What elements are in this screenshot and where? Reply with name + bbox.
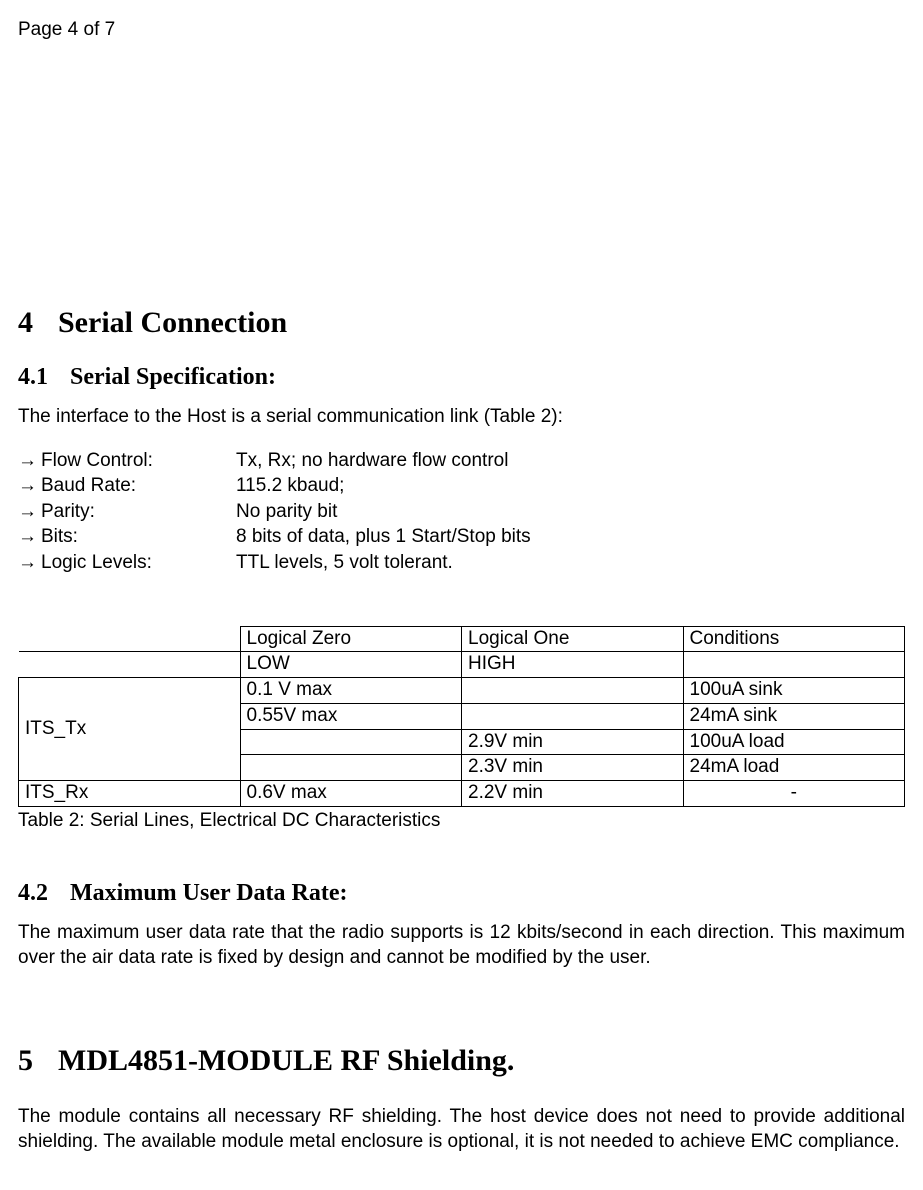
table-cell: Conditions	[683, 626, 905, 652]
section-5-number: 5	[18, 1041, 33, 1080]
table-cell	[683, 652, 905, 678]
spec-row: → Baud Rate: 115.2 kbaud;	[18, 473, 905, 499]
table-row: Logical Zero Logical One Conditions	[19, 626, 905, 652]
section-42-heading: 4.2 Maximum User Data Rate:	[18, 878, 905, 909]
spec-label: Logic Levels:	[41, 550, 236, 576]
table-cell	[240, 755, 462, 781]
spec-row: → Flow Control: Tx, Rx; no hardware flow…	[18, 448, 905, 474]
table-cell	[240, 729, 462, 755]
section-5-title: MDL4851-MODULE RF Shielding.	[58, 1044, 514, 1077]
table-cell: LOW	[240, 652, 462, 678]
section-5-heading: 5 MDL4851-MODULE RF Shielding.	[18, 1041, 905, 1080]
section-42-body: The maximum user data rate that the radi…	[18, 921, 905, 970]
serial-spec-table: Logical Zero Logical One Conditions LOW …	[18, 626, 905, 807]
arrow-icon: →	[18, 448, 37, 474]
spec-label: Bits:	[41, 524, 236, 550]
section-4-title: Serial Connection	[58, 306, 287, 339]
spec-value: Tx, Rx; no hardware flow control	[236, 448, 905, 474]
table-cell: 2.2V min	[462, 780, 684, 806]
table-cell: ITS_Rx	[19, 780, 241, 806]
table-cell	[19, 652, 241, 678]
table-cell: 0.6V max	[240, 780, 462, 806]
table-cell: 0.1 V max	[240, 678, 462, 704]
table-cell: -	[683, 780, 905, 806]
section-41-number: 4.1	[18, 362, 48, 393]
section-4-number: 4	[18, 303, 33, 342]
table-cell: 24mA load	[683, 755, 905, 781]
spec-row: → Parity: No parity bit	[18, 499, 905, 525]
arrow-icon: →	[18, 524, 37, 550]
spec-value: 8 bits of data, plus 1 Start/Stop bits	[236, 524, 905, 550]
table-cell: 100uA load	[683, 729, 905, 755]
table-cell: Logical One	[462, 626, 684, 652]
table-row: ITS_Tx 0.1 V max 100uA sink	[19, 678, 905, 704]
section-41-intro: The interface to the Host is a serial co…	[18, 405, 905, 430]
section-41-heading: 4.1 Serial Specification:	[18, 362, 905, 393]
table-cell: HIGH	[462, 652, 684, 678]
spec-value: 115.2 kbaud;	[236, 473, 905, 499]
table-cell: 2.3V min	[462, 755, 684, 781]
table-cell	[19, 626, 241, 652]
table-cell: ITS_Tx	[19, 678, 241, 781]
spec-label: Baud Rate:	[41, 473, 236, 499]
table-cell: 100uA sink	[683, 678, 905, 704]
arrow-icon: →	[18, 473, 37, 499]
section-41-title: Serial Specification:	[70, 364, 276, 390]
spec-value: TTL levels, 5 volt tolerant.	[236, 550, 905, 576]
spec-row: → Bits: 8 bits of data, plus 1 Start/Sto…	[18, 524, 905, 550]
table-row: LOW HIGH	[19, 652, 905, 678]
table-cell	[462, 678, 684, 704]
spec-row: → Logic Levels: TTL levels, 5 volt toler…	[18, 550, 905, 576]
table-cell: 2.9V min	[462, 729, 684, 755]
serial-spec-list: → Flow Control: Tx, Rx; no hardware flow…	[18, 448, 905, 576]
table-cell: Logical Zero	[240, 626, 462, 652]
table-cell: 24mA sink	[683, 703, 905, 729]
table-cell: 0.55V max	[240, 703, 462, 729]
section-42-title: Maximum User Data Rate:	[70, 880, 348, 906]
arrow-icon: →	[18, 550, 37, 576]
spec-label: Flow Control:	[41, 448, 236, 474]
spec-label: Parity:	[41, 499, 236, 525]
spec-value: No parity bit	[236, 499, 905, 525]
page-number: Page 4 of 7	[18, 18, 905, 43]
section-4-heading: 4 Serial Connection	[18, 303, 905, 342]
table-cell	[462, 703, 684, 729]
section-42-number: 4.2	[18, 878, 48, 909]
table-row: ITS_Rx 0.6V max 2.2V min -	[19, 780, 905, 806]
table-caption: Table 2: Serial Lines, Electrical DC Cha…	[18, 809, 905, 834]
section-5-body: The module contains all necessary RF shi…	[18, 1105, 905, 1154]
arrow-icon: →	[18, 499, 37, 525]
